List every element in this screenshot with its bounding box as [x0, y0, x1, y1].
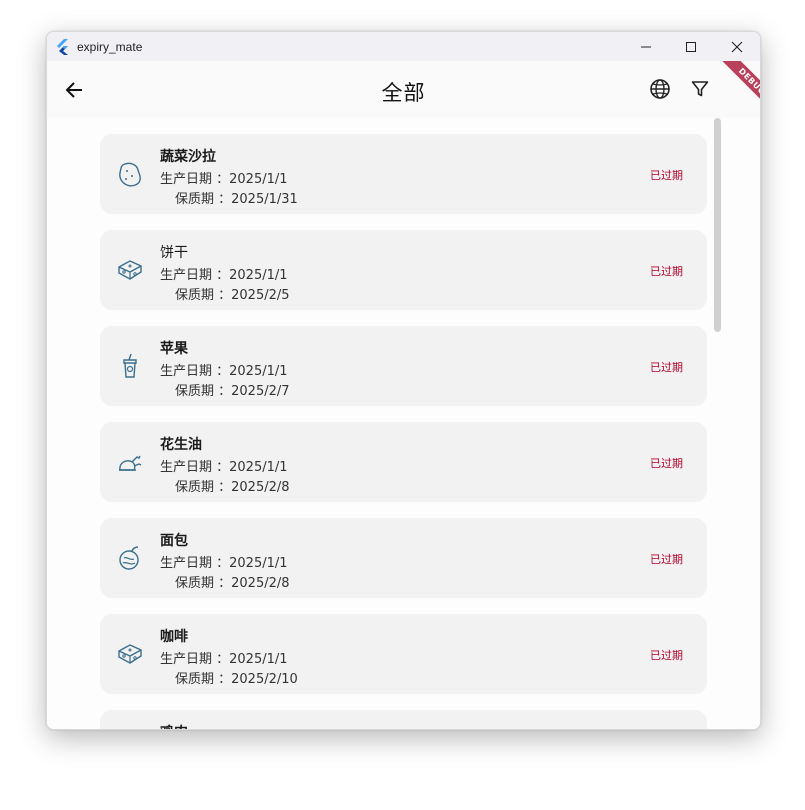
expired-status-label: 已过期: [650, 649, 683, 662]
production-date: 生产日期 ：2025/1/1: [160, 268, 288, 283]
food-item-name: 鸡肉: [160, 722, 188, 729]
expired-status-label: 已过期: [650, 169, 683, 182]
cheese-icon: [116, 256, 144, 284]
food-item-card[interactable]: 面包生产日期 ：2025/1/1 保质期 ：2025/2/8 已过期: [100, 518, 707, 598]
production-date: 生产日期 ：2025/1/1: [160, 460, 288, 475]
fruit-icon: [116, 544, 144, 572]
maximize-button[interactable]: [668, 32, 714, 61]
potato-icon: [116, 160, 144, 188]
drink-cup-icon: [116, 352, 144, 380]
food-item-card[interactable]: 苹果生产日期 ：2025/1/1 保质期 ：2025/2/7 已过期: [100, 326, 707, 406]
minimize-icon: [641, 46, 651, 47]
roast-chicken-icon: [116, 448, 144, 476]
shelf-life-date: 保质期 ：2025/2/10: [175, 672, 298, 687]
food-item-name: 咖啡: [160, 629, 188, 645]
production-date: 生产日期 ：2025/1/1: [160, 556, 288, 571]
expired-status-label: 已过期: [650, 361, 683, 374]
debug-label: DEBUG: [715, 61, 760, 113]
food-item-card[interactable]: 蔬菜沙拉生产日期 ：2025/1/1 保质期 ：2025/1/31 已过期: [100, 134, 707, 214]
production-date: 生产日期 ：2025/1/1: [160, 364, 288, 379]
close-icon: [731, 41, 743, 52]
filter-icon: [691, 81, 709, 97]
scrollbar-thumb[interactable]: [714, 118, 721, 332]
food-item-name: 面包: [160, 533, 188, 549]
expired-status-label: 已过期: [650, 553, 683, 566]
shelf-life-date: 保质期 ：2025/2/5: [175, 288, 290, 303]
maximize-icon: [686, 41, 696, 52]
shelf-life-date: 保质期 ：2025/2/8: [175, 480, 290, 495]
window-title: expiry_mate: [77, 40, 143, 54]
shelf-life-date: 保质期 ：2025/2/8: [175, 576, 290, 591]
food-item-name: 饼干: [160, 245, 188, 261]
app-window: expiry_mate 全部 DEBUG 蔬菜沙拉 生产日期 ：2025/1/1…: [46, 31, 761, 730]
food-item-name: 苹果: [160, 341, 188, 357]
globe-icon: [650, 79, 670, 99]
production-date: 生产日期 ：2025/1/1: [160, 652, 288, 667]
expired-status-label: 已过期: [650, 457, 683, 470]
food-item-name: 花生油: [160, 437, 202, 453]
language-button[interactable]: [647, 76, 673, 102]
food-item-card[interactable]: 花生油生产日期 ：2025/1/1 保质期 ：2025/2/8 已过期: [100, 422, 707, 502]
shelf-life-date: 保质期 ：2025/2/7: [175, 384, 290, 399]
shelf-life-date: 保质期 ：2025/1/31: [175, 192, 298, 207]
cheese-icon: [116, 640, 144, 668]
app-bar: 全部: [47, 61, 760, 118]
food-item-name: 蔬菜沙拉: [160, 149, 216, 165]
production-date: 生产日期 ：2025/1/1: [160, 172, 288, 187]
minimize-button[interactable]: [623, 32, 669, 61]
food-item-card[interactable]: 咖啡生产日期 ：2025/1/1 保质期 ：2025/2/10 已过期: [100, 614, 707, 694]
food-list[interactable]: 蔬菜沙拉 生产日期 ：2025/1/1 保质期 ：2025/1/31 已过期 饼干 生产日…: [47, 118, 760, 729]
food-item-card[interactable]: 饼干生产日期 ：2025/1/1 保质期 ：2025/2/5 已过期: [100, 230, 707, 310]
title-bar[interactable]: expiry_mate: [47, 32, 760, 61]
expired-status-label: 已过期: [650, 265, 683, 278]
flutter-logo-icon: [57, 39, 68, 55]
food-item-card[interactable]: 鸡肉: [100, 710, 707, 729]
close-button[interactable]: [714, 32, 760, 61]
debug-banner: DEBUG: [709, 61, 760, 113]
